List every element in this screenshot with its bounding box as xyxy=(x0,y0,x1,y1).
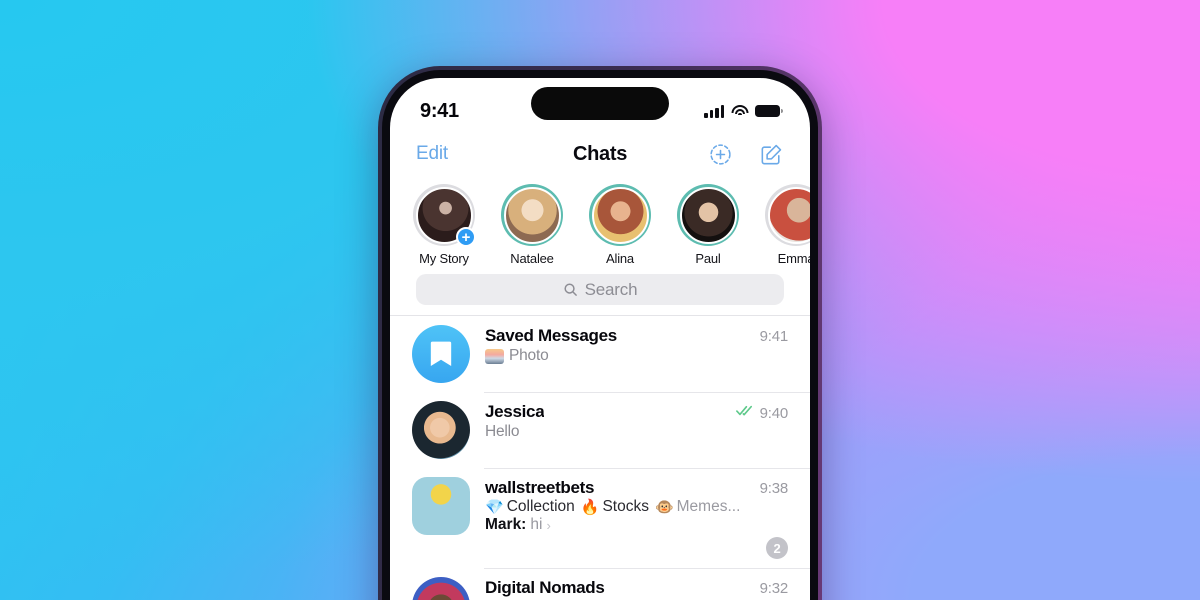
chat-name: Jessica xyxy=(485,402,545,421)
saved-messages-bookmark-icon xyxy=(412,325,470,383)
chat-row-header: Saved Messages 9:41 xyxy=(485,326,788,346)
nav-actions xyxy=(708,142,784,167)
search-icon xyxy=(564,283,577,296)
search-placeholder: Search xyxy=(584,279,638,299)
chat-list[interactable]: Saved Messages 9:41 Photo Jessica 9:40 H… xyxy=(390,315,810,600)
story-ring: + xyxy=(413,184,476,247)
chat-row-body: Jessica 9:40 Hello xyxy=(485,401,788,459)
chat-row-jessica[interactable]: Jessica 9:40 Hello xyxy=(390,392,810,468)
search-input[interactable]: Search xyxy=(416,274,784,305)
story-item-paul[interactable]: Paul xyxy=(672,184,744,266)
chat-row-header: Digital Nomads 9:32 xyxy=(485,578,788,598)
cellular-bars-icon xyxy=(704,104,724,118)
phone-bezel: 9:41 Edit Chats + My Story Natalee Alina… xyxy=(382,70,818,600)
topic-tag-label: Collection xyxy=(506,498,575,515)
topic-tag-collection[interactable]: 💎 Collection xyxy=(485,498,575,516)
status-bar-indicators xyxy=(704,104,783,118)
chat-row-meta: 9:38 xyxy=(752,480,789,497)
story-name: Paul xyxy=(695,251,721,266)
dynamic-island xyxy=(531,87,669,120)
chat-time: 9:41 xyxy=(759,328,789,345)
chat-row-body: Digital Nomads 9:32 Jennie Woow 2 xyxy=(485,577,788,600)
topic-tag-label: Stocks xyxy=(602,498,649,515)
wifi-icon xyxy=(731,104,748,118)
avatar xyxy=(591,186,649,244)
chat-preview-text: Photo xyxy=(509,347,549,364)
story-name: Natalee xyxy=(510,251,554,266)
chat-name: Saved Messages xyxy=(485,326,617,345)
compose-icon[interactable] xyxy=(759,142,784,167)
story-item-my-story[interactable]: + My Story xyxy=(408,184,480,266)
topic-tag-label: Memes... xyxy=(676,498,741,515)
avatar xyxy=(412,477,470,535)
chat-row-meta: 9:40 xyxy=(728,404,788,422)
phone-screen: 9:41 Edit Chats + My Story Natalee Alina… xyxy=(390,78,810,600)
avatar xyxy=(767,186,810,244)
chat-row-body: Saved Messages 9:41 Photo xyxy=(485,325,788,383)
chat-name: Digital Nomads xyxy=(485,578,605,597)
chat-time: 9:38 xyxy=(759,480,789,497)
topic-tags[interactable]: 💎 Collection 🔥 Stocks 🐵 Memes... xyxy=(485,498,788,516)
chat-name: wallstreetbets xyxy=(485,478,595,497)
edit-button[interactable]: Edit xyxy=(416,143,448,165)
chat-preview-text: Hello xyxy=(485,423,520,440)
status-bar-time: 9:41 xyxy=(420,99,459,122)
chat-row-header: Jessica 9:40 xyxy=(485,402,788,422)
chat-preview: Mark: hi › xyxy=(485,516,788,534)
status-bar: 9:41 xyxy=(390,78,810,130)
badge-container: 2 xyxy=(485,537,788,559)
chat-preview-text: hi xyxy=(530,516,543,533)
topic-tag-memes[interactable]: 🐵 Memes... xyxy=(655,498,740,516)
story-ring xyxy=(589,184,651,246)
avatar xyxy=(503,186,561,244)
photo-thumbnail-icon xyxy=(485,348,504,364)
chevron-right-icon: › xyxy=(546,517,551,533)
chat-row-saved-messages[interactable]: Saved Messages 9:41 Photo xyxy=(390,316,810,392)
chat-preview: Hello xyxy=(485,423,788,441)
story-name: My Story xyxy=(419,251,469,266)
preview-author: Mark: xyxy=(485,516,527,533)
chat-preview: Photo xyxy=(485,347,788,365)
story-ring xyxy=(501,184,563,246)
story-item-natalee[interactable]: Natalee xyxy=(496,184,568,266)
chat-row-meta: 9:32 xyxy=(752,580,789,597)
avatar xyxy=(679,186,737,244)
monkey-icon: 🐵 xyxy=(654,498,674,516)
avatar xyxy=(412,577,470,600)
battery-full-icon xyxy=(755,104,783,118)
fire-icon: 🔥 xyxy=(580,498,600,516)
double-check-icon xyxy=(735,404,755,422)
story-name: Emma xyxy=(777,251,810,266)
avatar xyxy=(412,401,470,459)
story-ring xyxy=(677,184,739,246)
story-item-emma[interactable]: Emma xyxy=(760,184,810,266)
chat-row-digital-nomads[interactable]: Digital Nomads 9:32 Jennie Woow 2 xyxy=(390,568,810,600)
add-story-icon[interactable] xyxy=(708,142,733,167)
page-title: Chats xyxy=(572,142,628,165)
add-story-plus-badge[interactable]: + xyxy=(456,227,476,247)
story-name: Alina xyxy=(606,251,634,266)
gem-icon: 💎 xyxy=(485,498,504,516)
chat-time: 9:40 xyxy=(759,404,789,422)
story-item-alina[interactable]: Alina xyxy=(584,184,656,266)
stories-carousel[interactable]: + My Story Natalee Alina Paul Emm xyxy=(390,178,810,270)
chat-row-body: wallstreetbets 9:38 💎 Collection � xyxy=(485,477,788,559)
story-ring xyxy=(765,184,810,246)
chat-row-header: wallstreetbets 9:38 xyxy=(485,478,788,498)
topic-tag-stocks[interactable]: 🔥 Stocks xyxy=(581,498,649,516)
navigation-bar: Edit Chats xyxy=(390,130,810,178)
chat-row-meta: 9:41 xyxy=(752,328,789,345)
chat-time: 9:32 xyxy=(759,580,789,597)
phone-device-frame: 9:41 Edit Chats + My Story Natalee Alina… xyxy=(378,66,822,600)
chat-row-wallstreetbets[interactable]: wallstreetbets 9:38 💎 Collection � xyxy=(390,468,810,568)
search-section: Search xyxy=(390,270,810,315)
unread-badge: 2 xyxy=(766,537,788,559)
